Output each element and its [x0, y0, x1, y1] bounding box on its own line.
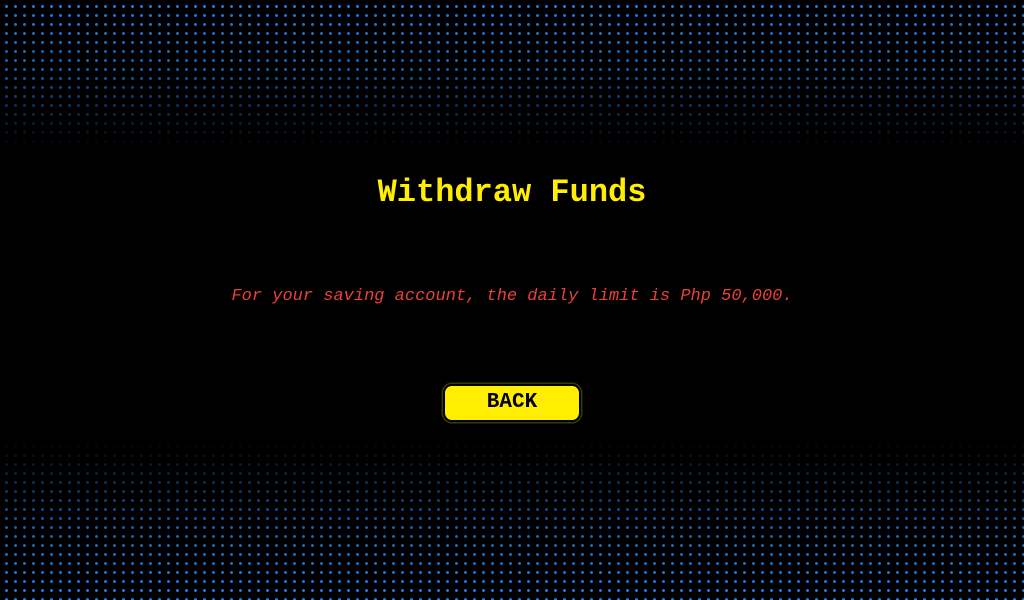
dot-pattern-bottom [0, 440, 1024, 600]
dot-pattern-top [0, 0, 1024, 150]
page-title: Withdraw Funds [377, 174, 647, 211]
daily-limit-message: For your saving account, the daily limit… [231, 287, 793, 306]
back-button[interactable]: BACK [443, 384, 581, 422]
withdraw-funds-screen: Withdraw Funds For your saving account, … [0, 0, 1024, 600]
